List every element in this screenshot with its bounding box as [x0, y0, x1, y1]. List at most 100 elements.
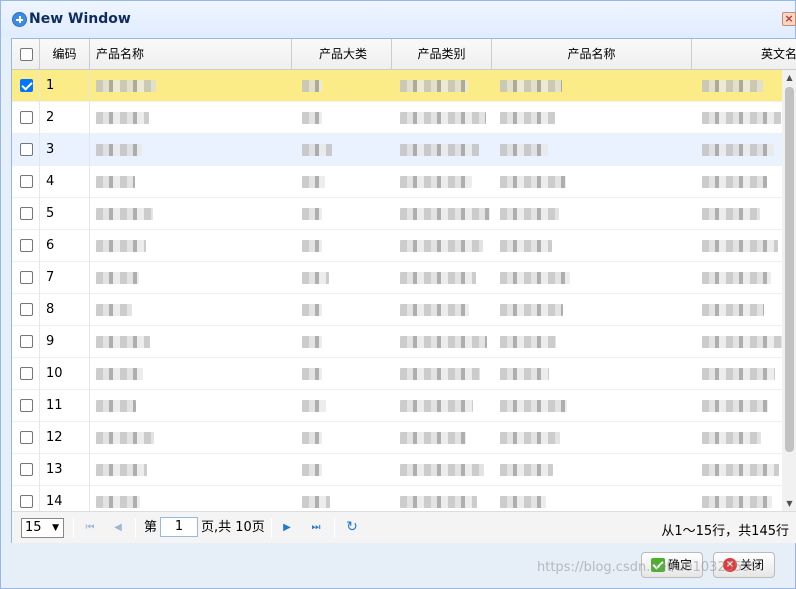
pixelated-cell [500, 464, 553, 476]
cancel-button-label: 关闭 [740, 558, 765, 572]
separator [271, 518, 272, 538]
row-code: 7 [40, 262, 90, 294]
pixelated-cell [96, 208, 153, 220]
table-row[interactable]: 5 [12, 198, 782, 230]
column-header-product-name-2[interactable]: 产品名称 [492, 39, 692, 70]
pixelated-cell [500, 80, 562, 92]
page-size-select[interactable]: 15 ▼ [21, 518, 64, 538]
row-code: 9 [40, 326, 90, 358]
row-check-cell [12, 166, 40, 198]
row-checkbox[interactable] [20, 367, 33, 380]
ok-button-label: 确定 [668, 558, 693, 572]
pixelated-cell [400, 432, 466, 444]
row-check-cell [12, 134, 40, 166]
pixelated-cell [400, 400, 473, 412]
pixelated-cell [96, 144, 142, 156]
column-header-product-category[interactable]: 产品大类 [292, 39, 392, 70]
table-row[interactable]: 7 [12, 262, 782, 294]
table-row[interactable]: 12 [12, 422, 782, 454]
table-row[interactable]: 13 [12, 454, 782, 486]
prev-page-icon[interactable]: ◀ [110, 520, 126, 536]
table-row[interactable]: 8 [12, 294, 782, 326]
scroll-down-arrow-icon[interactable]: ▼ [782, 496, 796, 511]
table-row[interactable]: 9 [12, 326, 782, 358]
row-checkbox[interactable] [20, 463, 33, 476]
column-header-code[interactable]: 编码 [40, 39, 90, 70]
vertical-scrollbar[interactable]: ▲ ▼ [782, 70, 796, 511]
last-page-icon[interactable]: ⏭ [308, 520, 324, 536]
row-check-cell [12, 230, 40, 262]
row-checkbox[interactable] [20, 335, 33, 348]
pixelated-cell [500, 144, 548, 156]
pixelated-cell [500, 176, 566, 188]
separator [334, 518, 335, 538]
row-checkbox[interactable] [20, 399, 33, 412]
row-code: 14 [40, 486, 90, 511]
row-checkbox[interactable] [20, 271, 33, 284]
pagination-info: 从1～15行，共145行 [661, 524, 789, 539]
first-page-icon[interactable]: ⏮ [82, 520, 98, 536]
pixelated-cell [400, 464, 484, 476]
pixelated-cell [400, 496, 477, 508]
table-row[interactable]: 4 [12, 166, 782, 198]
pixelated-cell [96, 432, 154, 444]
pixelated-cell [96, 80, 156, 92]
pixelated-cell [500, 208, 559, 220]
pixelated-cell [400, 144, 479, 156]
row-code: 5 [40, 198, 90, 230]
pixelated-cell [500, 400, 567, 412]
pixelated-cell [500, 336, 556, 348]
table-row[interactable]: 10 [12, 358, 782, 390]
table-row[interactable]: 2 [12, 102, 782, 134]
scroll-up-arrow-icon[interactable]: ▲ [782, 70, 796, 85]
scroll-thumb[interactable] [785, 87, 794, 452]
row-checkbox[interactable] [20, 143, 33, 156]
row-checkbox[interactable] [20, 175, 33, 188]
pixelated-cell [302, 112, 322, 124]
pixelated-cell [500, 112, 555, 124]
pixelated-cell [702, 208, 760, 220]
row-code: 11 [40, 390, 90, 422]
pixelated-cell [302, 240, 322, 252]
column-header-product-name[interactable]: 产品名称 [90, 39, 292, 70]
pixelated-cell [302, 432, 322, 444]
pixelated-cell [500, 240, 552, 252]
pixelated-cell [400, 80, 468, 92]
page-number-input[interactable]: 1 [160, 517, 198, 537]
next-page-icon[interactable]: ▶ [279, 520, 295, 536]
cancel-button[interactable]: × 关闭 [713, 552, 776, 578]
table-row[interactable]: 6 [12, 230, 782, 262]
row-check-cell [12, 294, 40, 326]
row-check-cell [12, 326, 40, 358]
ok-button[interactable]: 确定 [641, 552, 704, 578]
pagination-bar: 15 ▼ ⏮ ◀ 第 1 页,共 10页 ▶ ⏭ ↻ 从1～15行，共145行 [12, 511, 796, 543]
refresh-icon[interactable]: ↻ [344, 519, 360, 535]
pixelated-cell [702, 432, 761, 444]
row-checkbox[interactable] [20, 495, 33, 508]
table-row[interactable]: 3 [12, 134, 782, 166]
pixelated-cell [96, 304, 132, 316]
select-all-checkbox[interactable] [20, 48, 33, 61]
pixelated-cell [96, 496, 140, 508]
pixelated-cell [302, 176, 325, 188]
pixelated-cell [702, 176, 767, 188]
row-checkbox[interactable] [20, 303, 33, 316]
table-row[interactable]: 11 [12, 390, 782, 422]
row-checkbox[interactable] [20, 431, 33, 444]
header-check-cell [12, 39, 40, 70]
column-header-product-type[interactable]: 产品类别 [392, 39, 492, 70]
pixelated-cell [702, 80, 763, 92]
column-header-english-name[interactable]: 英文名 [692, 39, 796, 70]
row-checkbox[interactable] [20, 239, 33, 252]
row-checkbox[interactable] [20, 111, 33, 124]
table-row[interactable]: 14 [12, 486, 782, 511]
pixelated-cell [500, 368, 549, 380]
row-checkbox[interactable] [20, 79, 33, 92]
row-checkbox[interactable] [20, 207, 33, 220]
pixelated-cell [96, 176, 135, 188]
pixelated-cell [96, 336, 150, 348]
cancel-icon: × [723, 558, 737, 572]
table-row[interactable]: 1 [12, 70, 782, 102]
close-button[interactable]: × [782, 12, 796, 26]
title-bar[interactable]: New Window × [1, 1, 796, 37]
